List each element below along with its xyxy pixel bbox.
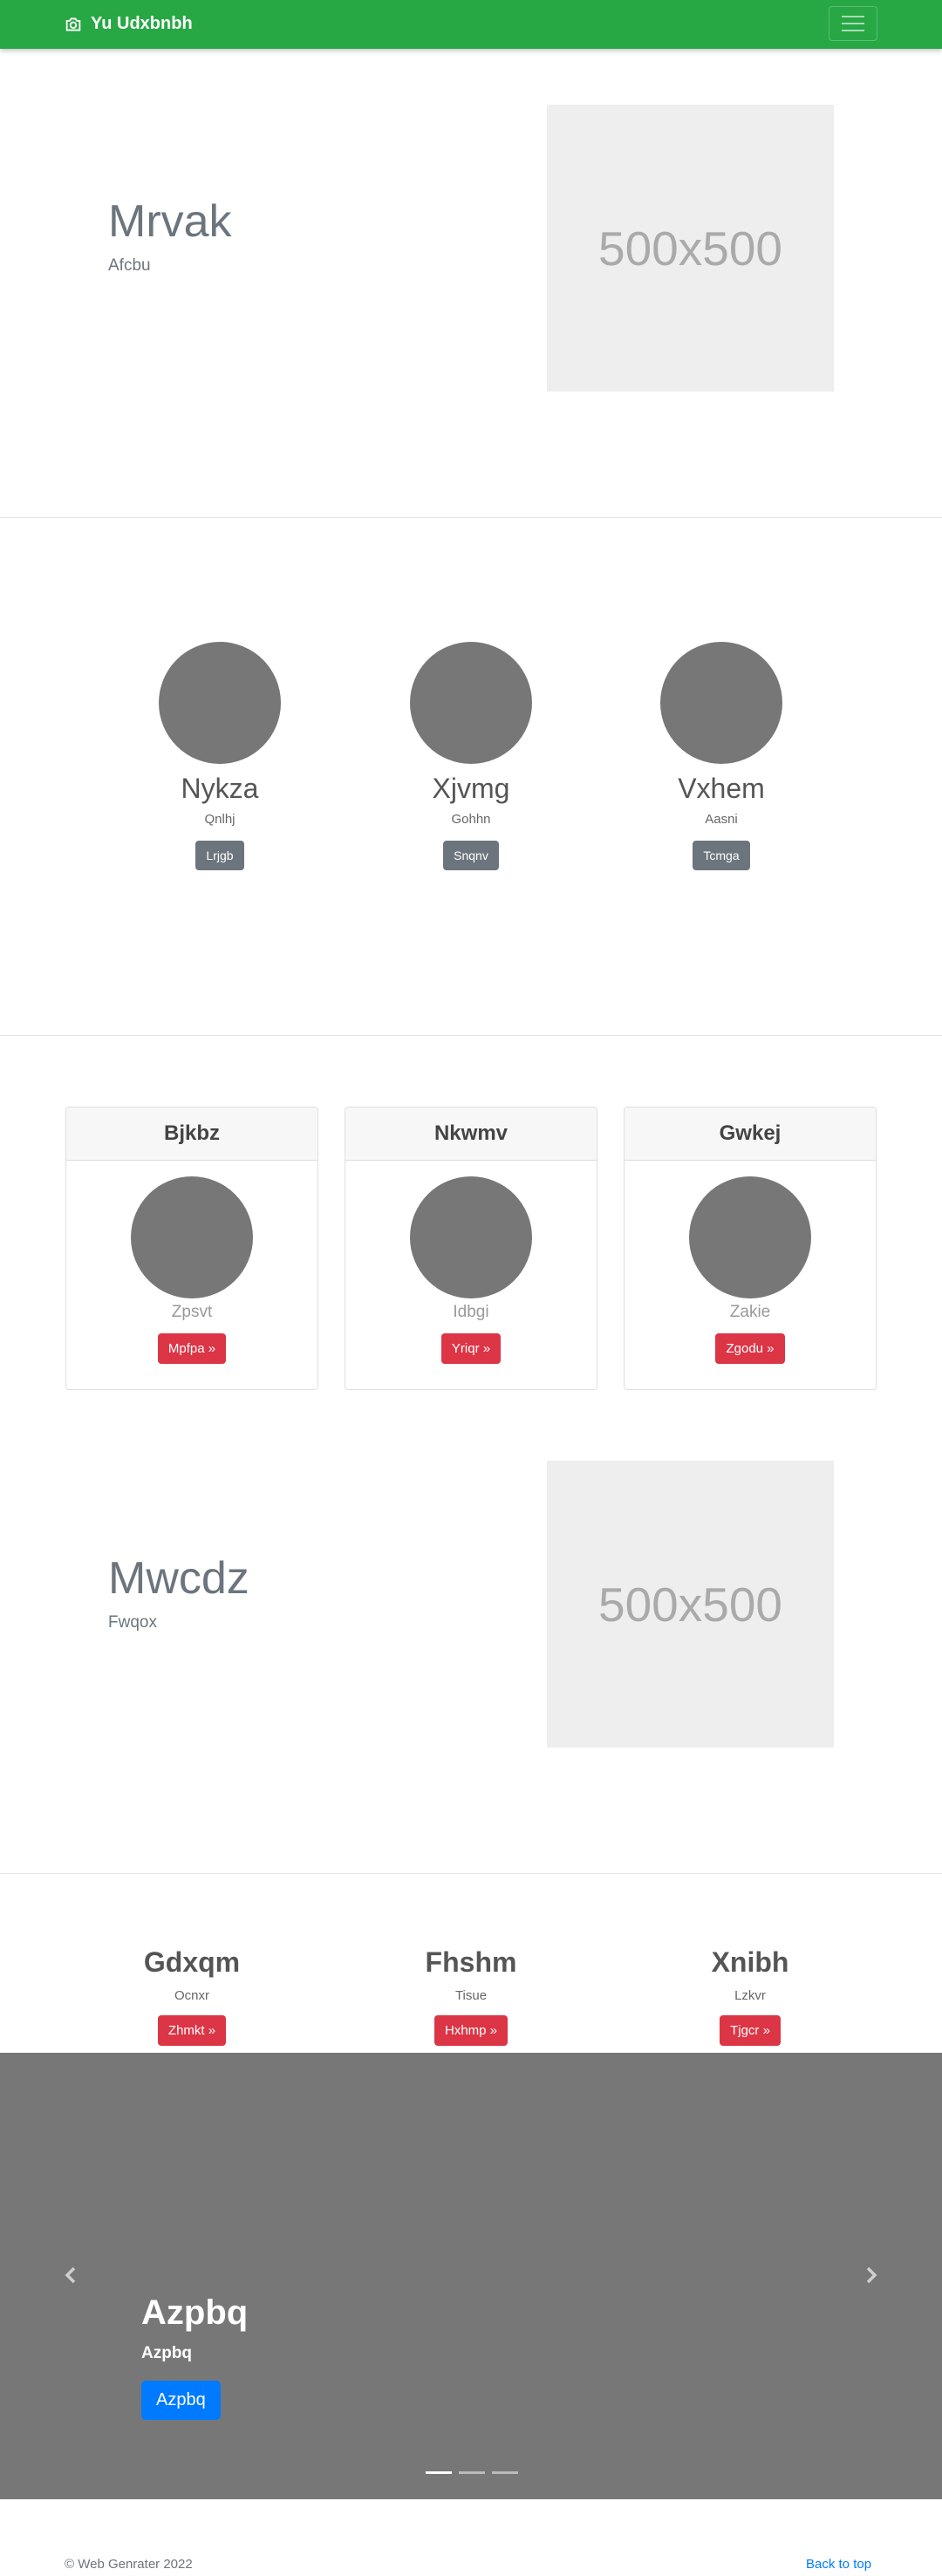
camera-icon — [65, 17, 81, 31]
card-text: Zakie — [729, 1303, 771, 1321]
back-to-top-link[interactable]: Back to top — [806, 2557, 871, 2572]
divider — [0, 1035, 942, 1036]
featurette-subtext: Afcbu — [108, 256, 151, 275]
card-header: Gwkej — [625, 1107, 876, 1161]
card-body: Zpsvt Mpfpa » — [66, 1161, 317, 1364]
carousel-indicator[interactable] — [426, 2471, 452, 2474]
avatar-circle — [159, 642, 281, 764]
featurette-heading: Mrvak — [108, 196, 232, 247]
chevron-right-icon — [866, 2266, 877, 2284]
text-column: Xnibh Lzkvr Tjgcr » — [619, 1945, 881, 2046]
column-title: Gdxqm — [143, 1946, 241, 1978]
circle-button[interactable]: Lrjgb — [195, 841, 244, 870]
circle-text: Qnlhj — [204, 812, 236, 827]
circle-button[interactable]: Snqnv — [443, 841, 499, 870]
circle-title: Nykza — [181, 773, 259, 804]
avatar-circle — [131, 1176, 253, 1298]
card: Bjkbz Zpsvt Mpfpa » — [65, 1107, 318, 1390]
column-button[interactable]: Tjgcr » — [720, 2015, 781, 2046]
circle-button[interactable]: Tcmga — [693, 841, 750, 870]
carousel-next-button[interactable] — [858, 2262, 884, 2288]
divider — [0, 1873, 942, 1874]
carousel-button[interactable]: Azpbq — [141, 2381, 221, 2420]
circle-text: Aasni — [705, 812, 738, 827]
column-button[interactable]: Zhmkt » — [157, 2015, 227, 2046]
card-button[interactable]: Mpfpa » — [157, 1333, 227, 1364]
card-body: Idbgi Yriqr » — [345, 1161, 597, 1364]
featurette-subtext: Fwqox — [108, 1613, 157, 1632]
circle-text: Gohhn — [451, 812, 491, 827]
navbar-brand[interactable]: Yu Udxbnbh — [65, 14, 193, 34]
carousel-title: Azpbq — [141, 2293, 249, 2332]
avatar-circle — [410, 1176, 532, 1298]
column-button[interactable]: Hxhmp » — [433, 2015, 509, 2046]
text-column: Fhshm Tisue Hxhmp » — [340, 1945, 602, 2046]
circle-column: Xjvmg Gohhn Snqnv — [340, 642, 602, 870]
card-text: Zpsvt — [171, 1303, 213, 1321]
circle-column: Nykza Qnlhj Lrjgb — [89, 642, 351, 870]
card: Nkwmv Idbgi Yriqr » — [345, 1107, 597, 1390]
column-text: Tisue — [454, 1988, 488, 2003]
card-header: Nkwmv — [345, 1107, 597, 1161]
image-placeholder-label: 500x500 — [597, 1577, 783, 1632]
text-column: Gdxqm Ocnxr Zhmkt » — [61, 1945, 323, 2046]
navbar: Yu Udxbnbh — [0, 0, 942, 49]
card-header: Bjkbz — [66, 1107, 317, 1161]
card: Gwkej Zakie Zgodu » — [624, 1107, 877, 1390]
card-text: Idbgi — [453, 1303, 489, 1321]
column-title: Xnibh — [711, 1946, 789, 1978]
chevron-left-icon — [65, 2266, 76, 2284]
avatar-circle — [410, 642, 532, 764]
featurette-image: 500x500 — [547, 1461, 834, 1748]
featurette-image: 500x500 — [547, 105, 834, 392]
image-placeholder-label: 500x500 — [597, 221, 783, 276]
footer-copyright: © Web Genrater 2022 — [65, 2557, 193, 2572]
card-button[interactable]: Zgodu » — [715, 1333, 785, 1364]
brand-label: Yu Udxbnbh — [91, 14, 193, 33]
hamburger-menu-icon — [842, 16, 864, 17]
circle-title: Vxhem — [678, 773, 765, 804]
circle-column: Vxhem Aasni Tcmga — [590, 642, 852, 870]
card-button[interactable]: Yriqr » — [440, 1333, 502, 1364]
column-text: Ocnxr — [174, 1988, 209, 2003]
carousel-indicator[interactable] — [492, 2471, 518, 2474]
column-title: Fhshm — [425, 1946, 517, 1978]
card-body: Zakie Zgodu » — [625, 1161, 876, 1364]
carousel-subtitle: Azpbq — [141, 2344, 193, 2362]
column-text: Lzkvr — [734, 1988, 766, 2003]
carousel: Azpbq Azpbq Azpbq — [0, 2053, 942, 2499]
carousel-prev-button[interactable] — [58, 2262, 84, 2288]
featurette-heading: Mwcdz — [108, 1553, 249, 1604]
avatar-circle — [689, 1176, 811, 1298]
divider — [0, 517, 942, 518]
circle-title: Xjvmg — [432, 773, 510, 804]
navbar-toggler-button[interactable] — [829, 6, 877, 41]
avatar-circle — [660, 642, 782, 764]
carousel-indicators — [426, 2471, 518, 2474]
carousel-indicator[interactable] — [459, 2471, 485, 2474]
